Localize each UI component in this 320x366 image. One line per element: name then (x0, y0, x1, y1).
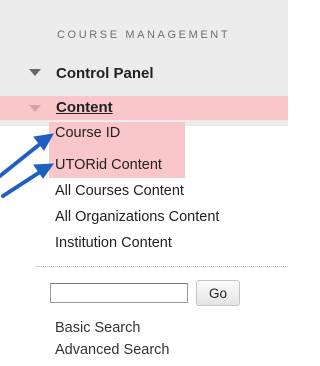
search-input[interactable] (50, 283, 188, 303)
collapse-triangle-icon[interactable] (29, 69, 41, 76)
submenu-item-all-organizations-content[interactable]: All Organizations Content (55, 209, 219, 225)
collapse-triangle-icon[interactable] (29, 105, 41, 112)
go-button[interactable]: Go (196, 280, 240, 306)
divider (36, 266, 288, 267)
section-title: COURSE MANAGEMENT (57, 29, 231, 41)
submenu-item-all-courses-content[interactable]: All Courses Content (55, 183, 184, 199)
basic-search-link[interactable]: Basic Search (55, 320, 140, 336)
control-panel-label[interactable]: Control Panel (56, 65, 154, 82)
content-menu-item[interactable]: Content (0, 96, 288, 120)
course-management-panel: COURSE MANAGEMENT Control Panel Content … (0, 0, 288, 366)
submenu-item-institution-content[interactable]: Institution Content (55, 235, 172, 251)
control-panel-item[interactable]: Control Panel (0, 60, 288, 86)
content-label[interactable]: Content (56, 99, 113, 116)
submenu-item-utorid-content[interactable]: UTORid Content (55, 157, 162, 173)
advanced-search-link[interactable]: Advanced Search (55, 342, 169, 358)
submenu-item-course-id[interactable]: Course ID (55, 125, 120, 141)
